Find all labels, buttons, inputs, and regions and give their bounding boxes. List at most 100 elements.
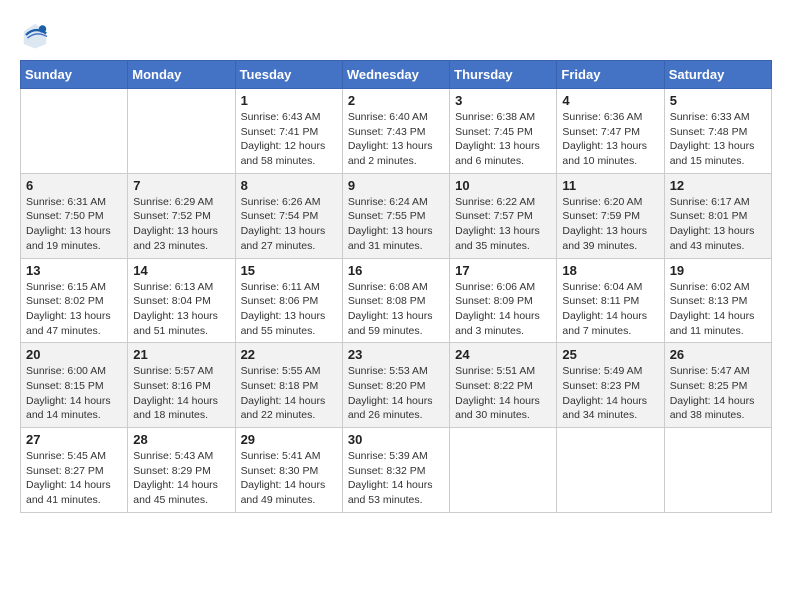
calendar-cell: 12 Sunrise: 6:17 AMSunset: 8:01 PMDayligh… xyxy=(664,173,771,258)
day-info: Sunrise: 6:17 AMSunset: 8:01 PMDaylight:… xyxy=(670,195,766,254)
day-number: 28 xyxy=(133,432,229,447)
day-number: 8 xyxy=(241,178,337,193)
day-info: Sunrise: 6:20 AMSunset: 7:59 PMDaylight:… xyxy=(562,195,658,254)
day-info: Sunrise: 6:26 AMSunset: 7:54 PMDaylight:… xyxy=(241,195,337,254)
day-header-sunday: Sunday xyxy=(21,61,128,89)
day-header-monday: Monday xyxy=(128,61,235,89)
calendar-cell: 23 Sunrise: 5:53 AMSunset: 8:20 PMDayligh… xyxy=(342,343,449,428)
day-info: Sunrise: 6:04 AMSunset: 8:11 PMDaylight:… xyxy=(562,280,658,339)
calendar-week-3: 13 Sunrise: 6:15 AMSunset: 8:02 PMDayligh… xyxy=(21,258,772,343)
day-number: 26 xyxy=(670,347,766,362)
day-number: 6 xyxy=(26,178,122,193)
calendar-header-row: SundayMondayTuesdayWednesdayThursdayFrid… xyxy=(21,61,772,89)
day-number: 15 xyxy=(241,263,337,278)
day-info: Sunrise: 5:45 AMSunset: 8:27 PMDaylight:… xyxy=(26,449,122,508)
day-info: Sunrise: 6:29 AMSunset: 7:52 PMDaylight:… xyxy=(133,195,229,254)
calendar-week-5: 27 Sunrise: 5:45 AMSunset: 8:27 PMDayligh… xyxy=(21,428,772,513)
calendar-cell: 5Sunrise: 6:33 AMSunset: 7:48 PMDaylight… xyxy=(664,89,771,174)
day-header-saturday: Saturday xyxy=(664,61,771,89)
day-number: 1 xyxy=(241,93,337,108)
day-info: Sunrise: 5:53 AMSunset: 8:20 PMDaylight:… xyxy=(348,364,444,423)
day-number: 9 xyxy=(348,178,444,193)
calendar-cell: 22 Sunrise: 5:55 AMSunset: 8:18 PMDayligh… xyxy=(235,343,342,428)
calendar-cell: 1 Sunrise: 6:43 AMSunset: 7:41 PMDaylight… xyxy=(235,89,342,174)
calendar-cell: 16Sunrise: 6:08 AMSunset: 8:08 PMDayligh… xyxy=(342,258,449,343)
calendar-cell: 8 Sunrise: 6:26 AMSunset: 7:54 PMDaylight… xyxy=(235,173,342,258)
day-info: Sunrise: 6:06 AMSunset: 8:09 PMDaylight:… xyxy=(455,280,551,339)
day-info: Sunrise: 5:47 AMSunset: 8:25 PMDaylight:… xyxy=(670,364,766,423)
day-info: Sunrise: 6:02 AMSunset: 8:13 PMDaylight:… xyxy=(670,280,766,339)
calendar-cell: 30 Sunrise: 5:39 AMSunset: 8:32 PMDayligh… xyxy=(342,428,449,513)
calendar-table: SundayMondayTuesdayWednesdayThursdayFrid… xyxy=(20,60,772,513)
day-info: Sunrise: 6:40 AMSunset: 7:43 PMDaylight:… xyxy=(348,110,444,169)
day-info: Sunrise: 6:00 AMSunset: 8:15 PMDaylight:… xyxy=(26,364,122,423)
day-number: 13 xyxy=(26,263,122,278)
calendar-cell: 17 Sunrise: 6:06 AMSunset: 8:09 PMDayligh… xyxy=(450,258,557,343)
day-info: Sunrise: 5:55 AMSunset: 8:18 PMDaylight:… xyxy=(241,364,337,423)
calendar-cell: 21Sunrise: 5:57 AMSunset: 8:16 PMDayligh… xyxy=(128,343,235,428)
calendar-cell: 10Sunrise: 6:22 AMSunset: 7:57 PMDayligh… xyxy=(450,173,557,258)
calendar-cell: 11 Sunrise: 6:20 AMSunset: 7:59 PMDayligh… xyxy=(557,173,664,258)
calendar-cell: 3 Sunrise: 6:38 AMSunset: 7:45 PMDaylight… xyxy=(450,89,557,174)
day-header-tuesday: Tuesday xyxy=(235,61,342,89)
day-info: Sunrise: 6:38 AMSunset: 7:45 PMDaylight:… xyxy=(455,110,551,169)
calendar-cell: 24 Sunrise: 5:51 AMSunset: 8:22 PMDayligh… xyxy=(450,343,557,428)
day-info: Sunrise: 6:22 AMSunset: 7:57 PMDaylight:… xyxy=(455,195,551,254)
day-number: 22 xyxy=(241,347,337,362)
day-number: 20 xyxy=(26,347,122,362)
day-info: Sunrise: 6:43 AMSunset: 7:41 PMDaylight:… xyxy=(241,110,337,169)
calendar-cell: 26 Sunrise: 5:47 AMSunset: 8:25 PMDayligh… xyxy=(664,343,771,428)
calendar-cell: 13 Sunrise: 6:15 AMSunset: 8:02 PMDayligh… xyxy=(21,258,128,343)
day-info: Sunrise: 6:15 AMSunset: 8:02 PMDaylight:… xyxy=(26,280,122,339)
calendar-cell xyxy=(450,428,557,513)
day-number: 19 xyxy=(670,263,766,278)
day-number: 12 xyxy=(670,178,766,193)
calendar-cell: 18 Sunrise: 6:04 AMSunset: 8:11 PMDayligh… xyxy=(557,258,664,343)
logo-icon xyxy=(20,20,50,50)
day-number: 2 xyxy=(348,93,444,108)
calendar-week-4: 20 Sunrise: 6:00 AMSunset: 8:15 PMDayligh… xyxy=(21,343,772,428)
calendar-cell: 14Sunrise: 6:13 AMSunset: 8:04 PMDayligh… xyxy=(128,258,235,343)
day-number: 29 xyxy=(241,432,337,447)
day-info: Sunrise: 5:41 AMSunset: 8:30 PMDaylight:… xyxy=(241,449,337,508)
calendar-cell xyxy=(128,89,235,174)
day-number: 4 xyxy=(562,93,658,108)
calendar-cell: 15 Sunrise: 6:11 AMSunset: 8:06 PMDayligh… xyxy=(235,258,342,343)
calendar-cell xyxy=(21,89,128,174)
calendar-cell: 7 Sunrise: 6:29 AMSunset: 7:52 PMDaylight… xyxy=(128,173,235,258)
calendar-cell: 29 Sunrise: 5:41 AMSunset: 8:30 PMDayligh… xyxy=(235,428,342,513)
calendar-week-1: 1 Sunrise: 6:43 AMSunset: 7:41 PMDaylight… xyxy=(21,89,772,174)
calendar-week-2: 6 Sunrise: 6:31 AMSunset: 7:50 PMDaylight… xyxy=(21,173,772,258)
day-number: 16 xyxy=(348,263,444,278)
day-number: 24 xyxy=(455,347,551,362)
calendar-cell: 28Sunrise: 5:43 AMSunset: 8:29 PMDayligh… xyxy=(128,428,235,513)
day-info: Sunrise: 6:13 AMSunset: 8:04 PMDaylight:… xyxy=(133,280,229,339)
page-header xyxy=(20,20,772,50)
day-number: 23 xyxy=(348,347,444,362)
day-header-wednesday: Wednesday xyxy=(342,61,449,89)
day-info: Sunrise: 6:31 AMSunset: 7:50 PMDaylight:… xyxy=(26,195,122,254)
day-header-friday: Friday xyxy=(557,61,664,89)
day-info: Sunrise: 5:49 AMSunset: 8:23 PMDaylight:… xyxy=(562,364,658,423)
day-number: 17 xyxy=(455,263,551,278)
day-info: Sunrise: 6:24 AMSunset: 7:55 PMDaylight:… xyxy=(348,195,444,254)
logo xyxy=(20,20,54,50)
day-number: 30 xyxy=(348,432,444,447)
calendar-cell: 25Sunrise: 5:49 AMSunset: 8:23 PMDayligh… xyxy=(557,343,664,428)
calendar-cell: 2 Sunrise: 6:40 AMSunset: 7:43 PMDaylight… xyxy=(342,89,449,174)
calendar-cell: 20 Sunrise: 6:00 AMSunset: 8:15 PMDayligh… xyxy=(21,343,128,428)
day-number: 7 xyxy=(133,178,229,193)
calendar-cell: 4Sunrise: 6:36 AMSunset: 7:47 PMDaylight… xyxy=(557,89,664,174)
day-number: 18 xyxy=(562,263,658,278)
day-info: Sunrise: 5:51 AMSunset: 8:22 PMDaylight:… xyxy=(455,364,551,423)
calendar-cell xyxy=(664,428,771,513)
day-number: 21 xyxy=(133,347,229,362)
day-number: 5 xyxy=(670,93,766,108)
day-number: 11 xyxy=(562,178,658,193)
day-header-thursday: Thursday xyxy=(450,61,557,89)
day-number: 27 xyxy=(26,432,122,447)
day-info: Sunrise: 5:39 AMSunset: 8:32 PMDaylight:… xyxy=(348,449,444,508)
calendar-cell: 19 Sunrise: 6:02 AMSunset: 8:13 PMDayligh… xyxy=(664,258,771,343)
day-number: 3 xyxy=(455,93,551,108)
day-info: Sunrise: 6:11 AMSunset: 8:06 PMDaylight:… xyxy=(241,280,337,339)
